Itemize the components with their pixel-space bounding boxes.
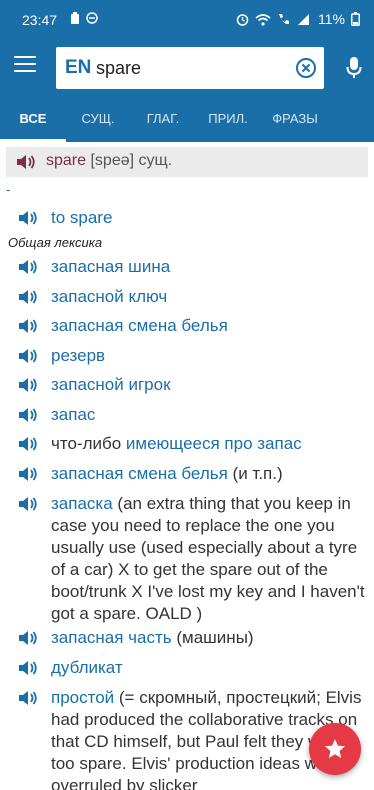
translation-link[interactable]: запасная часть [51,628,172,647]
tab-phrases[interactable]: ФРАЗЫ [260,96,330,142]
part-of-speech: сущ. [138,152,173,169]
translation-text: запасная часть (машины) [51,627,371,649]
headword-text: spare [46,152,87,169]
translation-link[interactable]: резерв [51,346,105,365]
translation-note: (машины) [171,628,254,647]
translation-link[interactable]: запасной игрок [51,375,171,394]
speaker-icon[interactable] [18,690,38,706]
translation-text: запасная шина [51,256,371,278]
speaker-icon[interactable] [18,496,38,512]
search-input[interactable] [96,55,286,81]
battery-icon [351,12,360,26]
language-selector[interactable]: EN [65,57,91,79]
favorite-button[interactable] [309,723,361,775]
translation-note: (an extra thing that you keep in case yo… [51,494,365,623]
speaker-icon[interactable] [18,259,38,275]
translation-prefix: что-либо [51,434,126,453]
transcription: [speə] [90,152,135,169]
domain-label: Общая лексика [8,235,103,250]
speaker-icon[interactable] [18,377,38,393]
pos-tabs: ВСЕ СУЩ. ГЛАГ. ПРИЛ. ФРАЗЫ [0,96,374,142]
tab-all[interactable]: ВСЕ [0,96,66,142]
translation-text: запасной ключ [51,286,371,308]
status-bar: 23:47 11% [0,0,374,40]
speaker-icon[interactable] [16,154,36,170]
verb-entry-link[interactable]: to spare [51,208,112,227]
signal-icon [298,13,310,25]
dictionary-content: spare [speə] сущ. - to spare Общая лекси… [0,142,374,790]
translation-text: резерв [51,345,371,367]
menu-icon[interactable] [14,56,36,76]
alarm-icon [236,13,249,26]
speaker-icon[interactable] [18,630,38,646]
entry-dash: - [6,182,11,197]
mic-icon[interactable] [346,56,362,80]
headword-row: spare [speə] сущ. [6,147,368,177]
status-time: 23:47 [22,12,58,28]
notification-icon [71,12,79,24]
speaker-icon[interactable] [18,289,38,305]
translation-link[interactable]: простой [51,688,114,707]
translation-text: запасная смена белья [51,315,371,337]
call-icon [279,13,290,24]
translation-link[interactable]: дубликат [51,658,123,677]
translation-text: дубликат [51,657,371,679]
wifi-icon [255,13,271,26]
speaker-icon[interactable] [18,660,38,676]
translation-link[interactable]: запасная смена белья [51,316,228,335]
translation-link[interactable]: запасная смена белья [51,464,228,483]
star-icon [325,739,345,758]
status-left-icons [70,11,98,25]
search-box: EN [56,47,324,89]
translation-note: (и т.п.) [227,464,283,483]
speaker-icon[interactable] [18,210,38,226]
translation-text: запасной игрок [51,374,371,396]
tab-verbs[interactable]: ГЛАГ. [130,96,196,142]
headword: spare [speə] сущ. [46,152,172,170]
translation-link[interactable]: запас [51,405,95,424]
translation-link[interactable]: запаска [51,494,113,513]
speaker-icon[interactable] [18,348,38,364]
speaker-icon[interactable] [18,466,38,482]
translation-text: что-либо имеющееся про запас [51,433,371,455]
translation-text: запаска (an extra thing that you keep in… [51,493,371,625]
tab-adjectives[interactable]: ПРИЛ. [196,96,260,142]
clear-icon[interactable] [296,58,316,78]
dnd-icon [86,12,98,24]
status-right-icons: 11% [236,11,360,27]
tab-nouns[interactable]: СУЩ. [66,96,130,142]
translation-link[interactable]: запасная шина [51,257,170,276]
speaker-icon[interactable] [18,436,38,452]
app-bar: EN [0,40,374,96]
translation-text: запас [51,404,371,426]
translation-link[interactable]: имеющееся про запас [126,434,302,453]
translation-link[interactable]: запасной ключ [51,287,167,306]
battery-level: 11% [318,11,345,27]
verb-entry-text[interactable]: to spare [51,207,371,229]
translation-text: запасная смена белья (и т.п.) [51,463,371,485]
speaker-icon[interactable] [18,407,38,423]
speaker-icon[interactable] [18,318,38,334]
